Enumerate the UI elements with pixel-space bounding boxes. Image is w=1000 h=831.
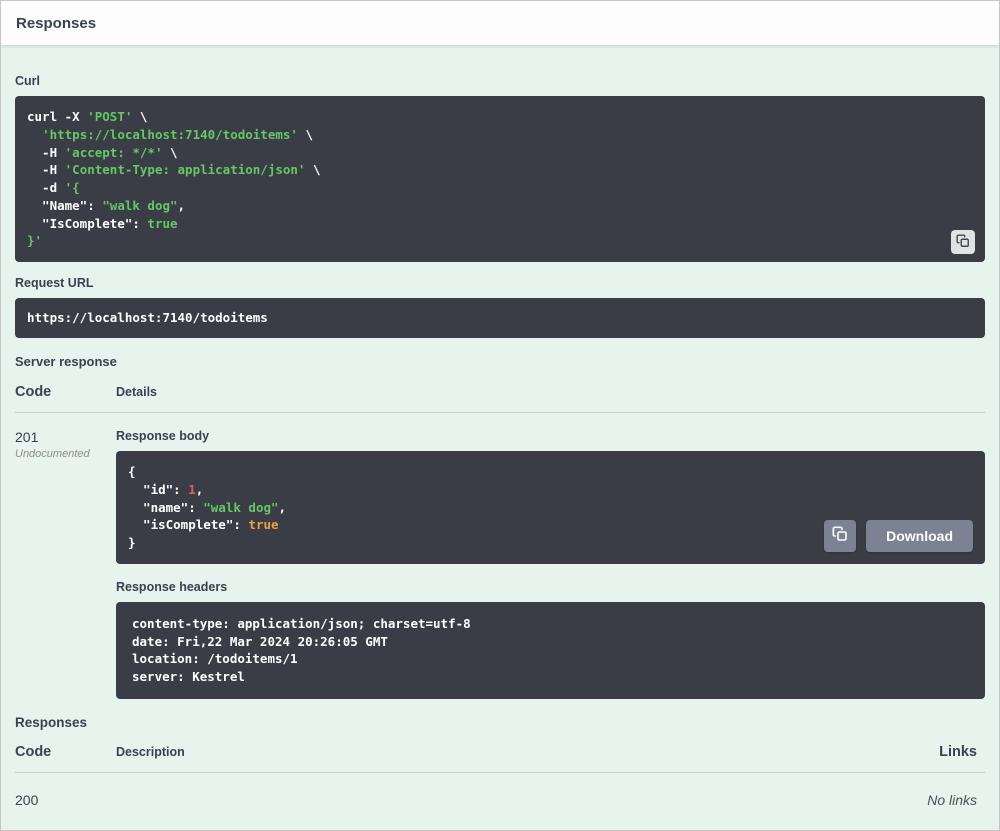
response-body-block: { "id": 1, "name": "walk dog", "isComple…: [116, 451, 985, 564]
response-headers-label: Response headers: [116, 579, 228, 594]
status-code-200: 200: [15, 791, 39, 808]
response-headers-block: content-type: application/json; charset=…: [116, 601, 985, 699]
opblock-body: Curl curl -X 'POST' \ 'https://localhost…: [1, 46, 999, 828]
status-code-201: 201: [15, 429, 39, 445]
download-button[interactable]: Download: [866, 519, 973, 552]
links-header: Links: [939, 743, 977, 760]
undocumented-note: Undocumented: [15, 448, 90, 460]
response-body-label: Response body: [116, 429, 210, 443]
copy-curl-button[interactable]: [951, 230, 975, 254]
request-url-label: Request URL: [15, 276, 94, 290]
responses-table-header: Code Description Links: [15, 742, 985, 773]
server-response-label: Server response: [15, 354, 117, 369]
curl-label: Curl: [15, 74, 40, 88]
responses-section-header: Responses: [1, 1, 999, 46]
request-url-block: https://localhost:7140/todoitems: [15, 298, 985, 338]
details-cell: Response body { "id": 1, "name": "walk d…: [116, 429, 985, 699]
description-header: Description: [116, 744, 185, 759]
clipboard-icon: [832, 526, 848, 545]
no-links-text: No links: [927, 791, 977, 808]
clipboard-icon: [956, 233, 970, 251]
curl-code: curl -X 'POST' \ 'https://localhost:7140…: [27, 109, 321, 249]
responses-label: Responses: [15, 714, 88, 730]
curl-command-block: curl -X 'POST' \ 'https://localhost:7140…: [15, 96, 985, 262]
response-body-actions: Download: [824, 519, 973, 552]
code-column-header: Code: [15, 384, 52, 400]
request-url-value: https://localhost:7140/todoitems: [27, 310, 268, 325]
code-header: Code: [15, 743, 52, 760]
status-cell: 201 Undocumented: [15, 429, 116, 699]
response-row-200: 200 No links: [15, 773, 985, 828]
copy-response-button[interactable]: [824, 519, 857, 552]
server-response-table-header: Code Details: [15, 382, 985, 413]
details-column-header: Details: [116, 385, 157, 399]
section-title: Responses: [16, 15, 97, 32]
server-response-row: 201 Undocumented Response body { "id": 1…: [15, 413, 985, 699]
response-headers-code: content-type: application/json; charset=…: [132, 615, 471, 684]
swagger-responses-panel: Responses Curl curl -X 'POST' \ 'https:/…: [0, 0, 1000, 831]
